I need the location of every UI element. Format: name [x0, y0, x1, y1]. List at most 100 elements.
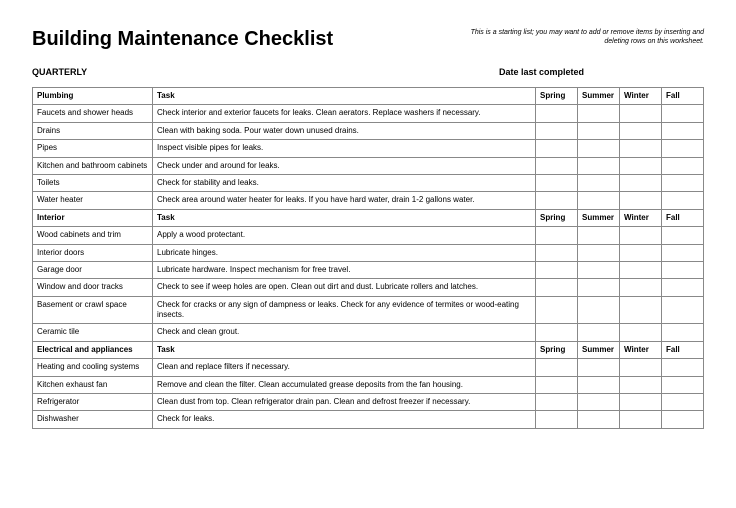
season-cell[interactable]	[536, 324, 578, 341]
season-cell[interactable]	[662, 261, 704, 278]
season-cell[interactable]	[620, 140, 662, 157]
season-cell[interactable]	[578, 279, 620, 296]
season-cell[interactable]	[662, 279, 704, 296]
season-cell[interactable]	[662, 140, 704, 157]
season-column-header: Spring	[536, 88, 578, 105]
season-cell[interactable]	[620, 122, 662, 139]
season-cell[interactable]	[536, 140, 578, 157]
task-cell: Remove and clean the filter. Clean accum…	[153, 376, 536, 393]
season-column-header: Fall	[662, 341, 704, 358]
item-cell: Basement or crawl space	[33, 296, 153, 324]
season-cell[interactable]	[662, 394, 704, 411]
season-cell[interactable]	[662, 324, 704, 341]
season-cell[interactable]	[620, 261, 662, 278]
season-cell[interactable]	[578, 227, 620, 244]
item-cell: Wood cabinets and trim	[33, 227, 153, 244]
season-cell[interactable]	[536, 279, 578, 296]
season-cell[interactable]	[620, 376, 662, 393]
season-cell[interactable]	[536, 359, 578, 376]
season-cell[interactable]	[620, 174, 662, 191]
table-row: DrainsClean with baking soda. Pour water…	[33, 122, 704, 139]
season-cell[interactable]	[536, 157, 578, 174]
item-cell: Drains	[33, 122, 153, 139]
season-cell[interactable]	[578, 105, 620, 122]
table-row: RefrigeratorClean dust from top. Clean r…	[33, 394, 704, 411]
season-column-header: Spring	[536, 209, 578, 226]
table-row: Water heaterCheck area around water heat…	[33, 192, 704, 209]
season-cell[interactable]	[662, 227, 704, 244]
season-cell[interactable]	[620, 105, 662, 122]
season-cell[interactable]	[536, 376, 578, 393]
season-cell[interactable]	[662, 157, 704, 174]
season-cell[interactable]	[620, 244, 662, 261]
season-cell[interactable]	[578, 394, 620, 411]
season-cell[interactable]	[536, 122, 578, 139]
season-column-header: Summer	[578, 341, 620, 358]
season-cell[interactable]	[536, 192, 578, 209]
season-cell[interactable]	[536, 261, 578, 278]
table-row: Basement or crawl spaceCheck for cracks …	[33, 296, 704, 324]
section-name: Plumbing	[33, 88, 153, 105]
task-cell: Check for stability and leaks.	[153, 174, 536, 191]
season-cell[interactable]	[578, 376, 620, 393]
season-cell[interactable]	[578, 244, 620, 261]
season-cell[interactable]	[536, 296, 578, 324]
task-cell: Clean with baking soda. Pour water down …	[153, 122, 536, 139]
task-cell: Lubricate hinges.	[153, 244, 536, 261]
table-row: DishwasherCheck for leaks.	[33, 411, 704, 428]
season-cell[interactable]	[578, 122, 620, 139]
task-cell: Check area around water heater for leaks…	[153, 192, 536, 209]
table-row: Kitchen exhaust fanRemove and clean the …	[33, 376, 704, 393]
item-cell: Refrigerator	[33, 394, 153, 411]
season-cell[interactable]	[620, 227, 662, 244]
season-cell[interactable]	[662, 359, 704, 376]
season-cell[interactable]	[620, 279, 662, 296]
season-cell[interactable]	[662, 122, 704, 139]
season-cell[interactable]	[578, 174, 620, 191]
season-cell[interactable]	[578, 157, 620, 174]
section-name: Electrical and appliances	[33, 341, 153, 358]
table-row: Window and door tracksCheck to see if we…	[33, 279, 704, 296]
season-cell[interactable]	[578, 140, 620, 157]
season-cell[interactable]	[620, 324, 662, 341]
season-cell[interactable]	[620, 359, 662, 376]
season-cell[interactable]	[536, 411, 578, 428]
season-cell[interactable]	[662, 411, 704, 428]
season-cell[interactable]	[536, 244, 578, 261]
season-cell[interactable]	[620, 192, 662, 209]
section-header-row: InteriorTaskSpringSummerWinterFall	[33, 209, 704, 226]
season-cell[interactable]	[578, 359, 620, 376]
season-column-header: Summer	[578, 209, 620, 226]
season-cell[interactable]	[578, 324, 620, 341]
table-row: Faucets and shower headsCheck interior a…	[33, 105, 704, 122]
season-column-header: Spring	[536, 341, 578, 358]
season-cell[interactable]	[620, 296, 662, 324]
season-cell[interactable]	[662, 105, 704, 122]
season-cell[interactable]	[662, 174, 704, 191]
season-cell[interactable]	[536, 105, 578, 122]
season-cell[interactable]	[620, 411, 662, 428]
season-cell[interactable]	[578, 411, 620, 428]
season-column-header: Winter	[620, 209, 662, 226]
season-cell[interactable]	[536, 174, 578, 191]
season-cell[interactable]	[578, 296, 620, 324]
task-cell: Check for cracks or any sign of dampness…	[153, 296, 536, 324]
season-cell[interactable]	[536, 227, 578, 244]
season-cell[interactable]	[662, 244, 704, 261]
quarterly-label: QUARTERLY	[32, 67, 87, 77]
table-row: Ceramic tileCheck and clean grout.	[33, 324, 704, 341]
task-column-header: Task	[153, 88, 536, 105]
table-row: Wood cabinets and trimApply a wood prote…	[33, 227, 704, 244]
task-column-header: Task	[153, 209, 536, 226]
season-cell[interactable]	[578, 261, 620, 278]
season-cell[interactable]	[662, 296, 704, 324]
season-cell[interactable]	[620, 394, 662, 411]
season-cell[interactable]	[536, 394, 578, 411]
item-cell: Water heater	[33, 192, 153, 209]
date-last-completed-label: Date last completed	[499, 67, 584, 77]
season-cell[interactable]	[578, 192, 620, 209]
table-row: ToiletsCheck for stability and leaks.	[33, 174, 704, 191]
season-cell[interactable]	[620, 157, 662, 174]
season-cell[interactable]	[662, 376, 704, 393]
season-cell[interactable]	[662, 192, 704, 209]
